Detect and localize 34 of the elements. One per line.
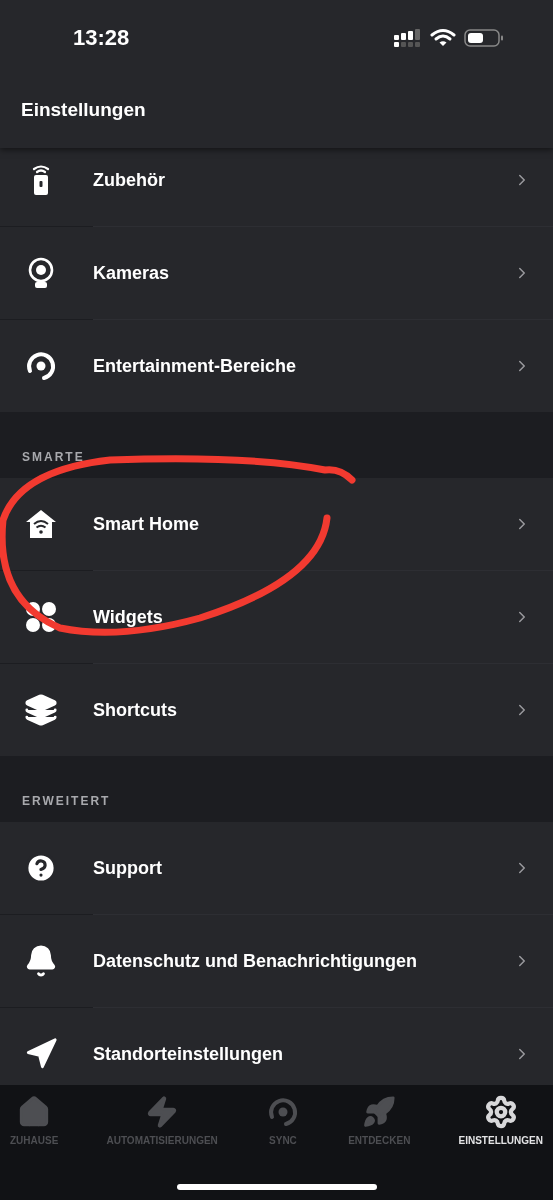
- layers-icon: [24, 693, 58, 727]
- location-arrow-icon: [24, 1037, 58, 1071]
- signal-icon: [394, 28, 422, 47]
- settings-row[interactable]: Shortcuts: [0, 664, 553, 756]
- settings-row[interactable]: Datenschutz und Benachrichtigungen: [0, 915, 553, 1007]
- widgets-icon: [24, 600, 58, 634]
- tab[interactable]: EINSTELLUNGEN: [458, 1095, 543, 1148]
- page-title: Einstellungen: [21, 98, 146, 123]
- battery-icon: [464, 27, 504, 48]
- row-label: Shortcuts: [93, 698, 178, 722]
- section-heading: ERWEITERT: [22, 793, 111, 810]
- row-label: Kameras: [93, 261, 171, 285]
- settings-row[interactable]: Entertainment-Bereiche: [0, 320, 553, 412]
- row-label: Datenschutz und Benachrichtigungen: [93, 949, 419, 973]
- row-label: Widgets: [93, 605, 164, 629]
- settings-row[interactable]: Widgets: [0, 571, 553, 663]
- settings-row[interactable]: Support: [0, 822, 553, 914]
- clock: 13:28: [73, 24, 130, 52]
- section-heading: SMARTE: [22, 449, 85, 466]
- row-label: Entertainment-Bereiche: [93, 354, 298, 378]
- sync-ring-icon: [24, 349, 58, 383]
- settings-icon: [483, 1095, 518, 1129]
- row-label: Zubehör: [93, 168, 166, 192]
- settings-row[interactable]: Smart Home: [0, 478, 553, 570]
- row-label: Standorteinstellungen: [93, 1042, 284, 1066]
- settings-row[interactable]: Standorteinstellungen: [0, 1008, 553, 1085]
- row-label: Support: [93, 856, 163, 880]
- row-label: Smart Home: [93, 512, 201, 536]
- settings-row[interactable]: Zubehör: [0, 148, 553, 226]
- rocket-icon: [362, 1095, 397, 1129]
- smart-home-icon: [24, 507, 58, 541]
- bell-icon: [24, 944, 58, 978]
- settings-row[interactable]: Kameras: [0, 227, 553, 319]
- wifi-icon: [430, 27, 456, 48]
